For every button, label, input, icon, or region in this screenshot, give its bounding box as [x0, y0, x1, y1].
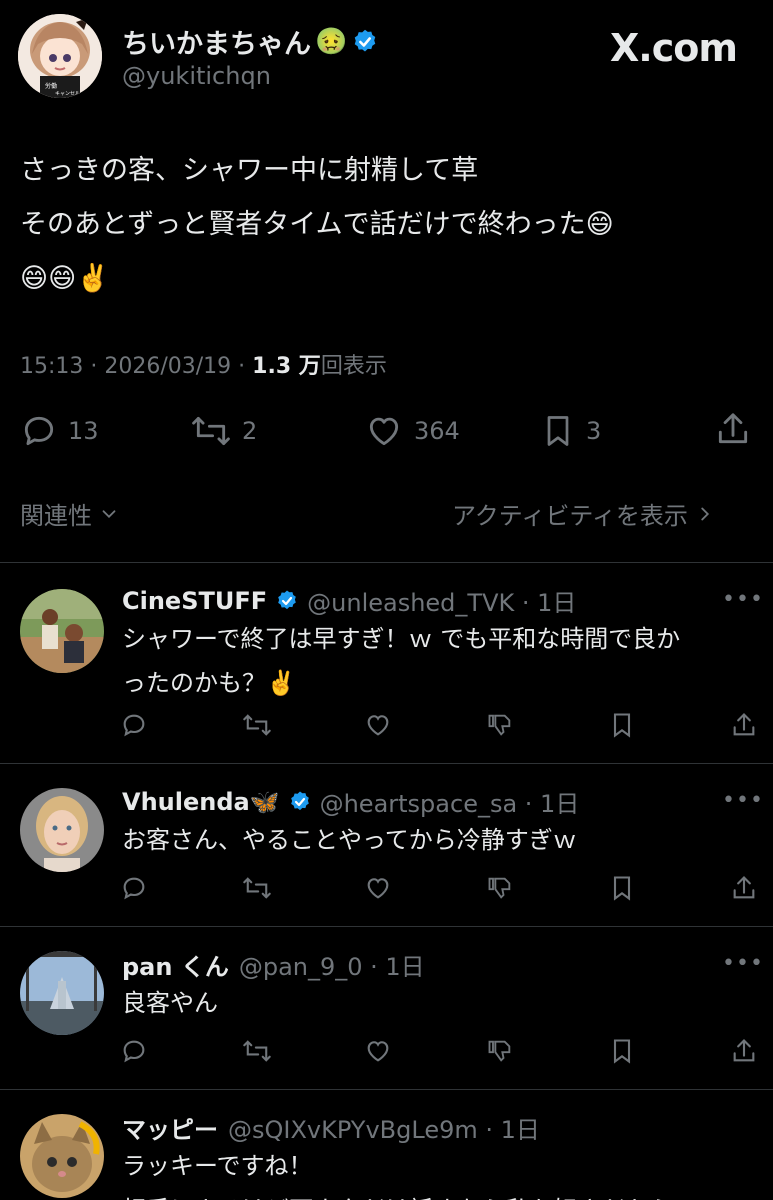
show-activity-button[interactable]: アクティビティを表示: [452, 496, 716, 531]
reply-count: 13: [68, 417, 99, 445]
reply-avatar[interactable]: [20, 788, 104, 872]
brand-logo: X.com: [610, 26, 738, 70]
reply-avatar[interactable]: [20, 1114, 104, 1198]
more-icon[interactable]: •••: [722, 587, 764, 612]
reply-author-handle[interactable]: @heartspace_sa · 1日: [320, 784, 580, 819]
reply-item[interactable]: Vhulenda🦋 @heartspace_sa · 1日 ••• お客さん、や…: [0, 764, 773, 926]
post-text: さっきの客、シャワー中に射精して草 そのあとずっと賢者タイムで話だけで終わった😄…: [20, 144, 760, 306]
post-meta: 15:13 · 2026/03/19 · 1.3 万回表示: [20, 348, 387, 380]
reply-author-handle[interactable]: @pan_9_0 · 1日: [239, 947, 425, 982]
share-icon: [714, 410, 752, 448]
reply-actions: [120, 711, 760, 741]
reply-item[interactable]: pan くん @pan_9_0 · 1日 ••• 良客やん: [0, 927, 773, 1089]
bookmark-icon: [540, 412, 576, 450]
author-name[interactable]: ちいかまちゃん: [122, 22, 311, 61]
like-icon[interactable]: [364, 711, 394, 741]
reply-author-name[interactable]: CineSTUFF: [122, 587, 267, 615]
verified-badge-icon: [275, 589, 299, 613]
repost-count: 2: [242, 417, 258, 445]
verified-badge-icon: [288, 790, 312, 814]
show-activity-label: アクティビティを表示: [452, 502, 688, 530]
author-emoji: 🤢: [315, 26, 348, 57]
reply-icon: [20, 412, 58, 450]
share-icon[interactable]: [730, 874, 760, 904]
svg-text:労働: 労働: [45, 82, 57, 90]
bookmark-icon[interactable]: [608, 711, 638, 741]
reply-author-handle[interactable]: @unleashed_TVK · 1日: [307, 583, 576, 618]
repost-icon[interactable]: [242, 1037, 272, 1067]
post-text-line: そのあとずっと賢者タイムで話だけで終わった😄: [20, 209, 614, 240]
sort-relevance-button[interactable]: 関連性: [20, 496, 120, 531]
bookmark-count: 3: [586, 417, 602, 445]
reply-author-name[interactable]: pan くん: [122, 947, 229, 982]
reply-avatar[interactable]: [20, 589, 104, 673]
reply-icon[interactable]: [120, 1037, 150, 1067]
share-button[interactable]: [714, 410, 752, 448]
like-icon[interactable]: [364, 1037, 394, 1067]
bookmark-button[interactable]: 3: [540, 412, 601, 450]
dislike-icon[interactable]: [486, 711, 516, 741]
reply-author-name[interactable]: Vhulenda🦋: [122, 788, 280, 816]
svg-text:キャンセル: キャンセル: [55, 91, 80, 97]
views-count: 1.3 万: [252, 354, 321, 379]
reply-text-line: ラッキーですね！: [122, 1152, 313, 1180]
sort-relevance-label: 関連性: [20, 502, 92, 530]
share-icon[interactable]: [730, 1037, 760, 1067]
more-icon[interactable]: •••: [722, 788, 764, 813]
reply-text: お客さん、やることやってから冷静すぎｗ: [122, 818, 762, 862]
author-avatar[interactable]: 労働 キャンセル: [18, 14, 102, 98]
reply-text-line: 良客やん: [122, 989, 218, 1017]
bookmark-icon[interactable]: [608, 874, 638, 904]
verified-badge-icon: [351, 28, 379, 56]
reply-actions: [120, 1037, 760, 1067]
like-button[interactable]: 364: [364, 412, 460, 450]
post-timestamp[interactable]: 15:13 · 2026/03/19 ·: [20, 354, 252, 379]
repost-icon: [190, 412, 232, 450]
dislike-icon[interactable]: [486, 874, 516, 904]
reply-item[interactable]: CineSTUFF @unleashed_TVK · 1日 ••• シャワーで終…: [0, 563, 773, 763]
post-header: 労働 キャンセル ちいかまちゃん 🤢 @yukitichqn X.com: [0, 0, 773, 120]
like-icon[interactable]: [364, 874, 394, 904]
reply-text: ラッキーですね！ 相手によるけど下ネタだけ話すなら私も好きだから: [122, 1144, 762, 1200]
reply-text-line: お客さん、やることやってから冷静すぎｗ: [122, 826, 577, 854]
share-icon[interactable]: [730, 711, 760, 741]
reply-author-name[interactable]: マッピー: [122, 1110, 218, 1145]
post-text-line: 😄😄✌️: [20, 263, 110, 294]
reply-avatar[interactable]: [20, 951, 104, 1035]
repost-button[interactable]: 2: [190, 412, 257, 450]
reply-actions: [120, 874, 760, 904]
like-icon: [364, 412, 404, 450]
like-count: 364: [414, 417, 460, 445]
repost-icon[interactable]: [242, 874, 272, 904]
chevron-down-icon: [98, 503, 120, 525]
repost-icon[interactable]: [242, 711, 272, 741]
reply-icon[interactable]: [120, 874, 150, 904]
author-handle[interactable]: @yukitichqn: [122, 62, 271, 90]
bookmark-icon[interactable]: [608, 1037, 638, 1067]
reply-text-line: 相手によるけど下ネタだけ話すなら私も好きだから: [122, 1188, 762, 1200]
views-label: 回表示: [320, 354, 387, 379]
reply-icon[interactable]: [120, 711, 150, 741]
reply-text-line: シャワーで終了は早すぎ！ｗ でも平和な時間で良か: [122, 625, 681, 653]
reply-text: 良客やん: [122, 981, 762, 1025]
reply-button[interactable]: 13: [20, 412, 99, 450]
reply-text-line: ったのかも？✌️: [122, 669, 296, 697]
reply-text: シャワーで終了は早すぎ！ｗ でも平和な時間で良か ったのかも？✌️: [122, 617, 762, 705]
reply-item[interactable]: マッピー @sQIXvKPYvBgLe9m · 1日 ラッキーですね！ 相手によ…: [0, 1090, 773, 1200]
post-text-line: さっきの客、シャワー中に射精して草: [20, 155, 479, 186]
dislike-icon[interactable]: [486, 1037, 516, 1067]
reply-author-handle[interactable]: @sQIXvKPYvBgLe9m · 1日: [228, 1110, 540, 1145]
chevron-right-icon: [694, 503, 716, 525]
more-icon[interactable]: •••: [722, 951, 764, 976]
